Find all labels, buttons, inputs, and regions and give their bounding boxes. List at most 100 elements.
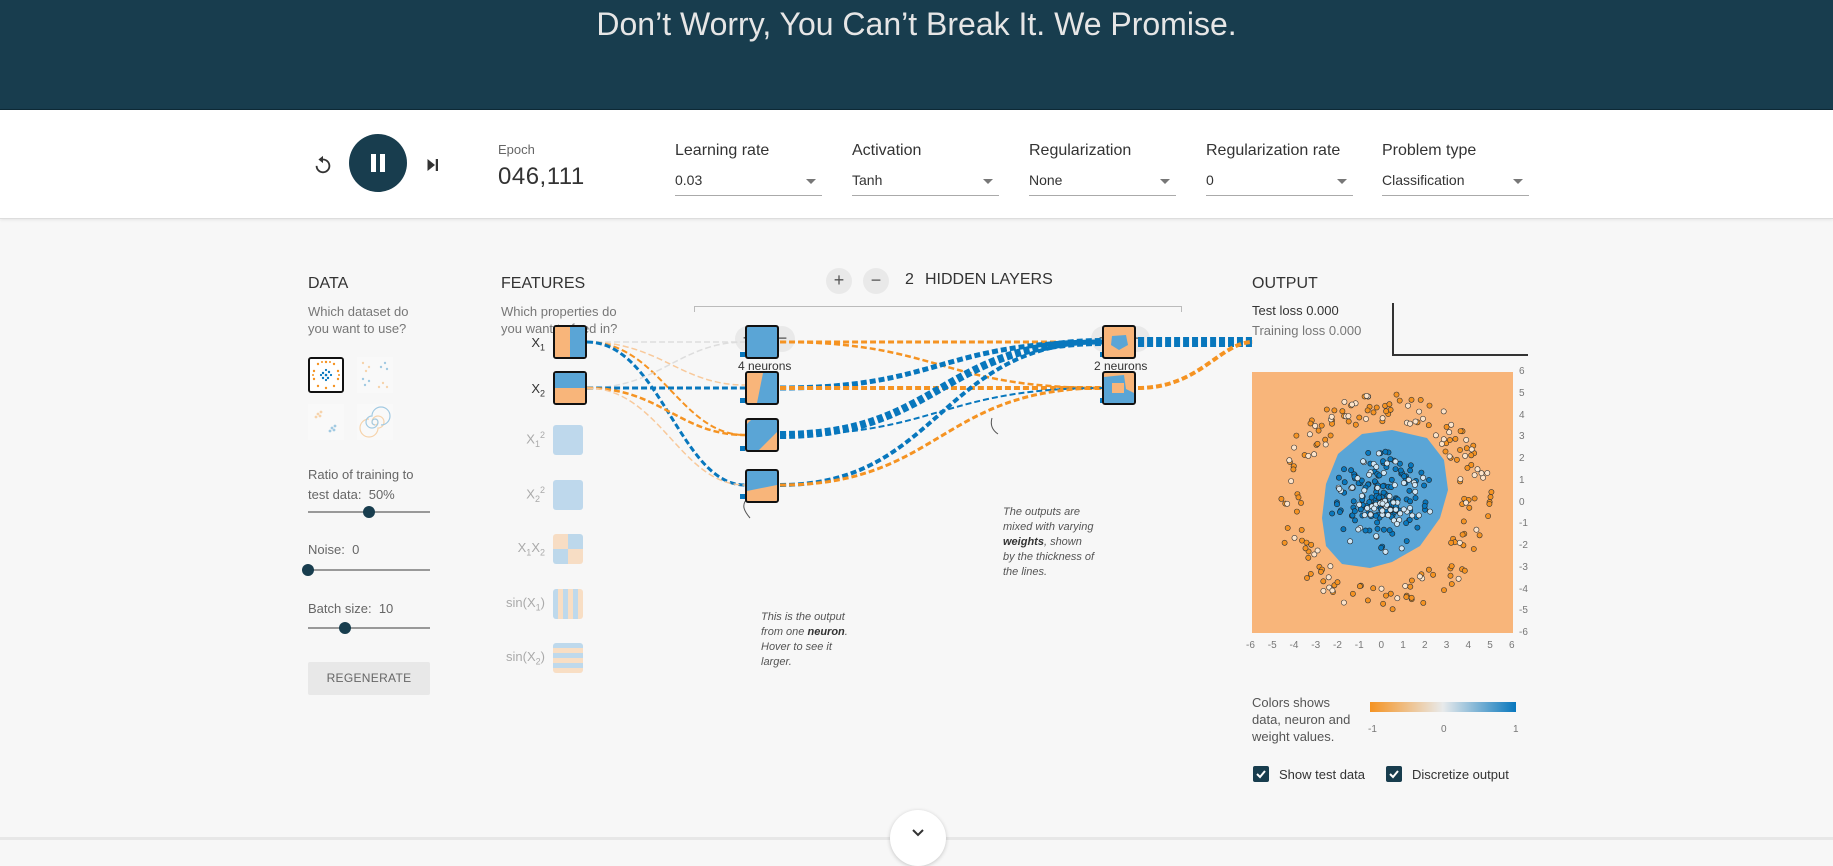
problem-type-value: Classification bbox=[1382, 172, 1465, 188]
data-point bbox=[1329, 510, 1335, 517]
data-point bbox=[1394, 520, 1400, 527]
data-point bbox=[1356, 414, 1363, 421]
feature-node-sin-x2[interactable] bbox=[553, 643, 583, 673]
data-point bbox=[1464, 465, 1471, 471]
feature-node-x2-squared[interactable] bbox=[553, 480, 583, 510]
data-point bbox=[1368, 494, 1375, 501]
checkbox-checked-icon bbox=[1386, 766, 1402, 782]
regularization-rate-select[interactable]: 0 bbox=[1206, 170, 1353, 196]
data-point bbox=[1401, 473, 1407, 480]
data-point bbox=[1325, 574, 1332, 581]
link-n4-m2 bbox=[779, 386, 1105, 487]
feature-node-x1x2[interactable] bbox=[553, 534, 583, 564]
y-tick-label: -6 bbox=[1519, 627, 1528, 638]
discretize-output-label: Discretize output bbox=[1412, 766, 1509, 782]
learning-rate-select[interactable]: 0.03 bbox=[675, 170, 822, 196]
feature-label-x1: X1 bbox=[495, 335, 545, 353]
data-point bbox=[1379, 415, 1386, 422]
data-point bbox=[1406, 487, 1413, 494]
data-point bbox=[1440, 408, 1447, 415]
step-button[interactable] bbox=[420, 153, 444, 177]
feature-label-sin-x2: sin(X2) bbox=[495, 649, 545, 667]
weights-annotation-bold: weights bbox=[1003, 536, 1044, 548]
data-point bbox=[1403, 538, 1410, 544]
data-point bbox=[1470, 546, 1477, 552]
link-x2-n1 bbox=[586, 341, 746, 389]
feature-sinx1-suffix: ) bbox=[540, 595, 545, 610]
data-point bbox=[1384, 460, 1390, 467]
training-loss-value: 0.000 bbox=[1328, 323, 1362, 338]
data-point bbox=[1425, 422, 1432, 429]
neuron-layer2-1[interactable] bbox=[1102, 325, 1136, 359]
x-tick-label: -6 bbox=[1246, 640, 1255, 651]
main-area: DATA Which dataset do you want to use? R… bbox=[0, 220, 1833, 866]
show-test-data-checkbox[interactable]: Show test data bbox=[1253, 766, 1365, 782]
data-point bbox=[1378, 544, 1385, 551]
data-point bbox=[1426, 477, 1432, 483]
node-quad bbox=[568, 534, 583, 549]
neuron-annotation-line-2: from one bbox=[761, 626, 805, 638]
neuron-layer1-2[interactable] bbox=[745, 371, 779, 405]
data-point bbox=[1392, 458, 1399, 465]
data-point bbox=[1484, 470, 1491, 476]
neuron-layer1-3[interactable] bbox=[745, 418, 779, 452]
feature-node-x1-squared[interactable] bbox=[553, 425, 583, 455]
feature-x2sq-base: X bbox=[526, 486, 535, 502]
data-point bbox=[1446, 437, 1453, 443]
x-tick-label: -2 bbox=[1333, 640, 1342, 651]
output-heatmap[interactable] bbox=[1252, 372, 1513, 633]
data-point bbox=[1349, 401, 1355, 408]
data-point bbox=[1392, 466, 1399, 472]
data-point bbox=[1314, 440, 1321, 447]
reset-button[interactable] bbox=[311, 153, 335, 177]
training-loss-label: Training loss bbox=[1252, 323, 1326, 338]
data-point bbox=[1356, 501, 1363, 508]
data-point bbox=[1452, 436, 1459, 442]
problem-type-select[interactable]: Classification bbox=[1382, 170, 1529, 196]
data-point bbox=[1314, 547, 1321, 554]
data-point bbox=[1347, 538, 1353, 545]
data-point bbox=[1380, 526, 1387, 533]
data-point bbox=[1442, 448, 1449, 455]
data-point bbox=[1323, 406, 1330, 413]
data-point bbox=[1462, 453, 1468, 459]
learning-rate-label: Learning rate bbox=[675, 142, 770, 159]
feature-node-x2[interactable] bbox=[553, 371, 587, 405]
data-point bbox=[1457, 447, 1463, 453]
data-point bbox=[1362, 527, 1369, 534]
discretize-output-checkbox[interactable]: Discretize output bbox=[1386, 766, 1509, 782]
activation-select[interactable]: Tanh bbox=[852, 170, 999, 196]
data-point bbox=[1371, 478, 1378, 485]
data-point bbox=[1461, 567, 1468, 574]
y-tick-label: -1 bbox=[1519, 518, 1528, 530]
x-tick-label: 2 bbox=[1422, 640, 1428, 651]
neuron-layer1-1[interactable] bbox=[745, 325, 779, 359]
feature-node-x1[interactable] bbox=[553, 325, 587, 359]
data-point bbox=[1393, 391, 1400, 398]
test-loss-label: Test loss bbox=[1252, 303, 1303, 318]
data-point bbox=[1318, 422, 1325, 429]
data-point bbox=[1387, 590, 1394, 597]
neuron-annotation: This is the output from one neuron. Hove… bbox=[761, 611, 848, 668]
regularization-select[interactable]: None bbox=[1029, 170, 1176, 196]
data-point bbox=[1304, 575, 1310, 581]
data-point bbox=[1457, 428, 1464, 434]
data-point bbox=[1387, 456, 1394, 462]
feature-label-sin-x1: sin(X1) bbox=[495, 595, 545, 613]
neuron-layer2-2[interactable] bbox=[1102, 371, 1136, 405]
data-point bbox=[1284, 525, 1291, 531]
legend-min: -1 bbox=[1368, 724, 1377, 735]
data-point bbox=[1372, 512, 1379, 519]
y-tick-label: -3 bbox=[1519, 561, 1528, 573]
weights-annotation-line-2: mixed with varying bbox=[1003, 521, 1094, 533]
neuron-layer1-4[interactable] bbox=[745, 469, 779, 503]
data-point bbox=[1336, 474, 1342, 481]
feature-node-sin-x1[interactable] bbox=[553, 589, 583, 619]
feature-label-x2-squared: X22 bbox=[495, 485, 545, 504]
y-tick-label: 3 bbox=[1519, 431, 1525, 443]
scroll-down-button[interactable] bbox=[890, 810, 946, 866]
control-bar: Epoch 046,111 Learning rate 0.03 Activat… bbox=[0, 110, 1833, 219]
data-point bbox=[1341, 398, 1348, 405]
pause-button[interactable] bbox=[349, 134, 407, 192]
data-point bbox=[1278, 496, 1285, 502]
